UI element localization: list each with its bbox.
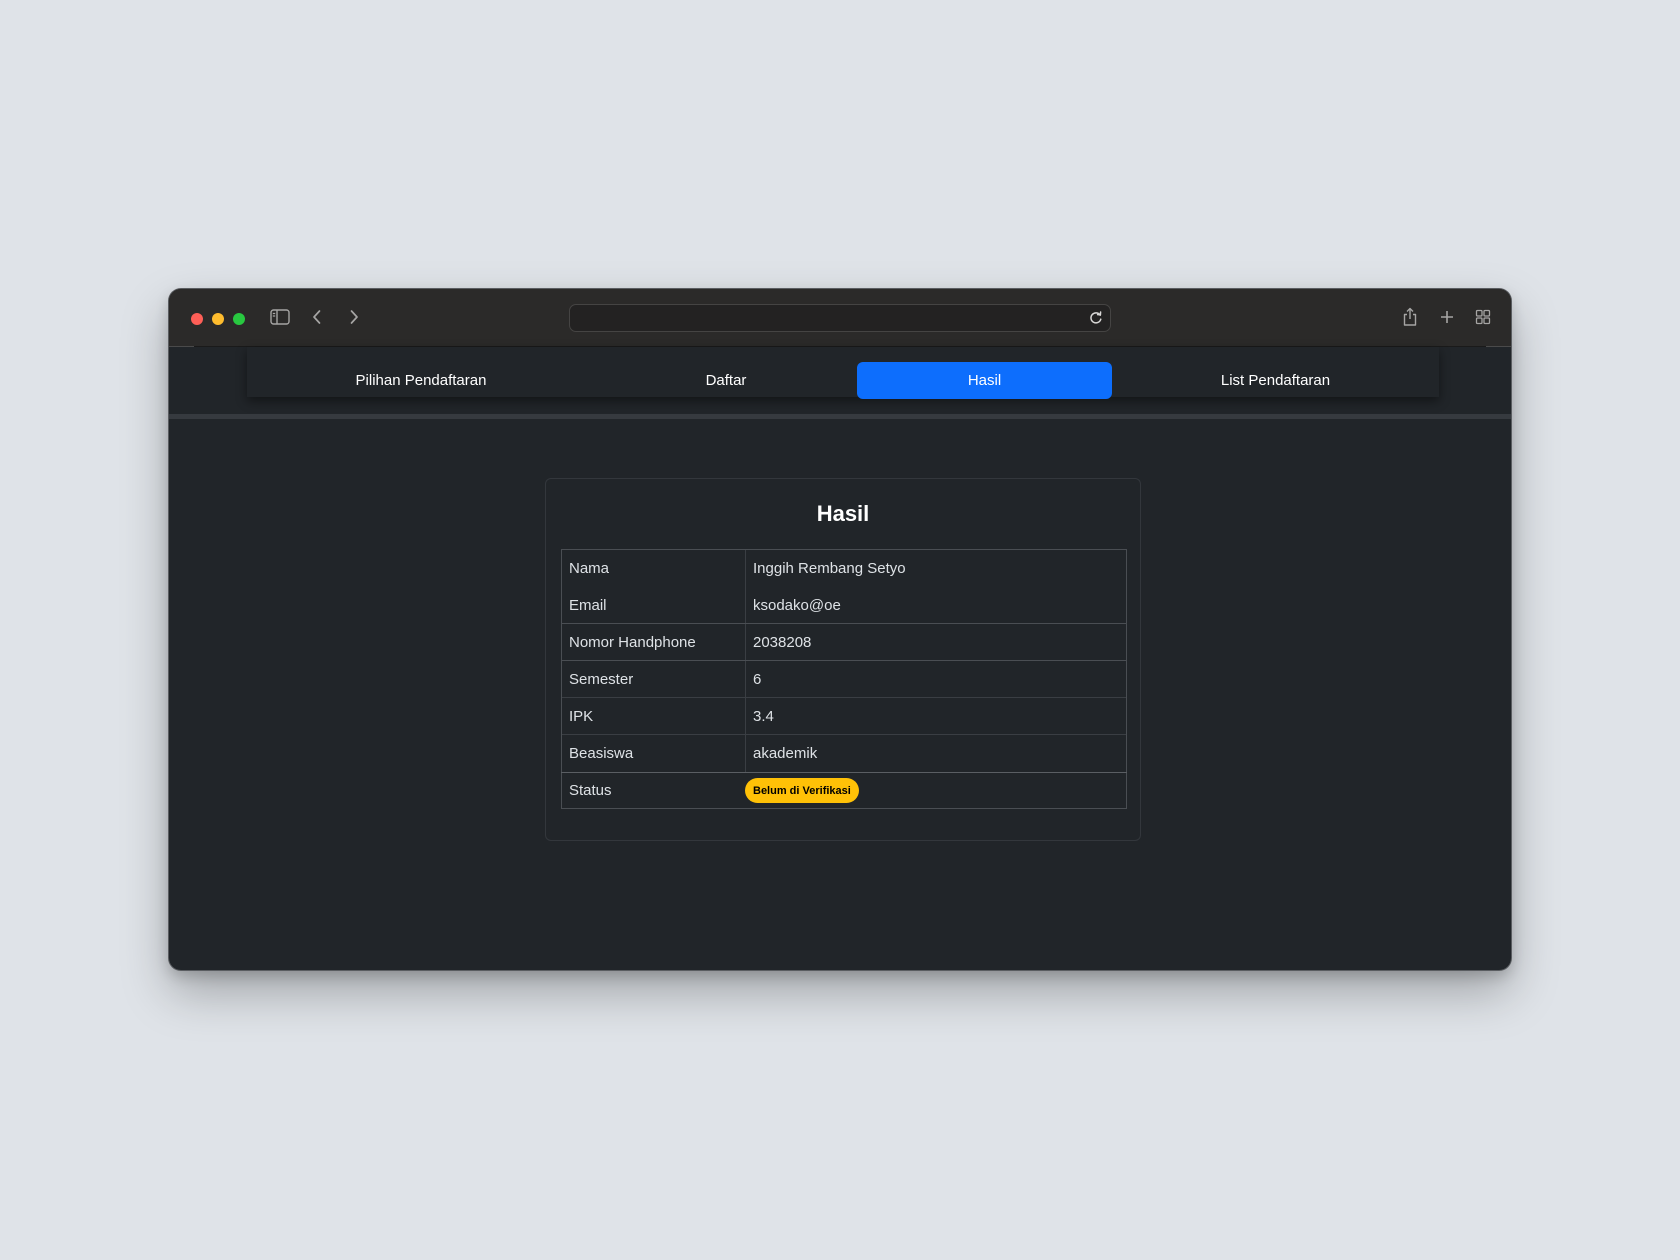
row-value: Belum di Verifikasi <box>745 773 1127 808</box>
table-row: Semester 6 <box>562 661 1126 698</box>
share-icon[interactable] <box>1396 305 1424 329</box>
row-label: Semester <box>562 661 746 697</box>
table-row: Email ksodako@oe <box>562 587 1126 624</box>
row-value: ksodako@oe <box>753 596 841 614</box>
nav-bar: Pilihan Pendaftaran Daftar Hasil List Pe… <box>247 347 1439 399</box>
nav-pilihan-pendaftaran[interactable]: Pilihan Pendaftaran <box>247 362 595 399</box>
result-card: Hasil Nama Inggih Rembang Setyo Email ks… <box>545 478 1141 841</box>
minimize-window-button[interactable] <box>212 313 224 325</box>
new-tab-plus-icon[interactable] <box>1433 305 1461 329</box>
zoom-window-button[interactable] <box>233 313 245 325</box>
table-row: IPK 3.4 <box>562 698 1126 735</box>
reload-icon[interactable] <box>1088 310 1104 326</box>
row-label: Email <box>562 587 746 623</box>
table-row: Beasiswa akademik <box>562 735 1126 772</box>
nav-daftar[interactable]: Daftar <box>595 362 857 399</box>
row-label: Status <box>569 782 612 799</box>
tab-overview-icon[interactable] <box>1469 305 1497 329</box>
row-value: 3.4 <box>753 707 774 725</box>
back-arrow-icon[interactable] <box>303 305 331 329</box>
table-row: Nama Inggih Rembang Setyo <box>562 550 1126 587</box>
row-label: IPK <box>562 698 746 734</box>
table-row: Nomor Handphone 2038208 <box>562 624 1126 661</box>
card-title: Hasil <box>816 501 870 526</box>
row-value: Inggih Rembang Setyo <box>753 560 906 577</box>
forward-arrow-icon[interactable] <box>340 305 368 329</box>
row-label: Beasiswa <box>562 735 746 772</box>
row-label: Nama <box>562 550 746 587</box>
browser-toolbar <box>169 289 1511 347</box>
row-value: 6 <box>753 670 762 688</box>
browser-window: Pilihan Pendaftaran Daftar Hasil List Pe… <box>169 289 1511 970</box>
close-window-button[interactable] <box>191 313 203 325</box>
row-value: 2038208 <box>753 633 812 651</box>
result-table: Nama Inggih Rembang Setyo Email ksodako@… <box>561 549 1127 809</box>
nav-hasil[interactable]: Hasil <box>857 362 1112 399</box>
page-header: Pilihan Pendaftaran Daftar Hasil List Pe… <box>169 347 1511 419</box>
status-row: Status Belum di Verifikasi <box>561 772 1127 809</box>
nav-list-pendaftaran[interactable]: List Pendaftaran <box>1112 362 1439 399</box>
row-label: Nomor Handphone <box>562 624 746 660</box>
status-badge: Belum di Verifikasi <box>745 778 859 803</box>
address-bar[interactable] <box>569 304 1111 332</box>
row-value: akademik <box>753 745 818 762</box>
sidebar-toggle-icon[interactable] <box>266 305 294 329</box>
